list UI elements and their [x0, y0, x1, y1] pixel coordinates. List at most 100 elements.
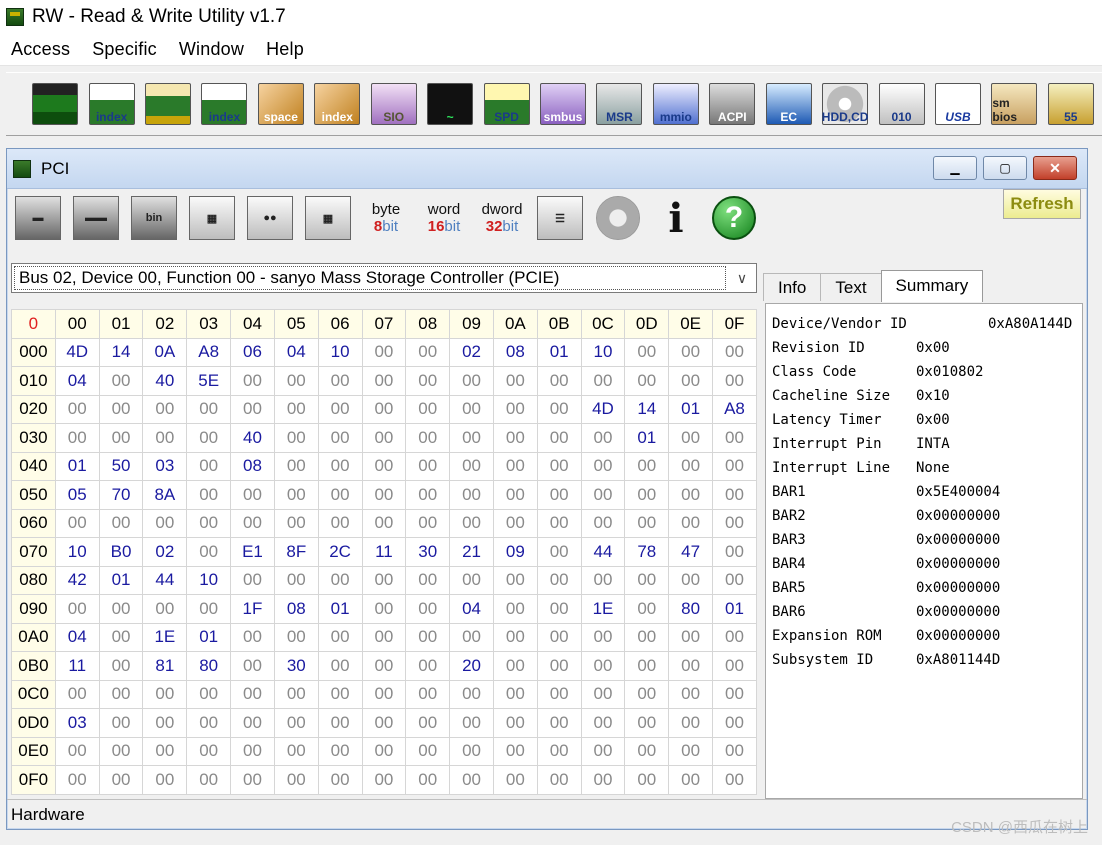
load-button[interactable]: ▦ — [187, 193, 237, 243]
register-cell[interactable]: 00 — [230, 651, 275, 681]
register-cell[interactable]: 00 — [712, 736, 757, 766]
register-cell[interactable]: 00 — [361, 394, 407, 424]
register-cell[interactable]: 00 — [405, 451, 451, 481]
register-cell[interactable]: 00 — [186, 423, 232, 453]
register-cell[interactable]: 00 — [712, 423, 757, 453]
register-cell[interactable]: 00 — [273, 708, 319, 738]
tab-info[interactable]: Info — [763, 273, 822, 301]
register-cell[interactable]: 4D — [580, 394, 626, 424]
register-cell[interactable]: 00 — [668, 651, 713, 681]
register-cell[interactable]: 8A — [142, 480, 188, 510]
register-cell[interactable]: 00 — [405, 708, 451, 738]
register-cell[interactable]: 00 — [54, 736, 100, 766]
register-cell[interactable]: 00 — [580, 708, 626, 738]
register-cell[interactable]: 00 — [668, 423, 713, 453]
register-cell[interactable]: 44 — [142, 565, 188, 595]
word-mode-button[interactable]: word 16bit — [419, 193, 469, 243]
register-cell[interactable]: 00 — [405, 480, 451, 510]
toolbar-io-space-button[interactable]: space — [256, 79, 306, 129]
register-cell[interactable]: 00 — [668, 337, 713, 367]
toolbar-hdd-cd-button[interactable]: HDD,CD — [820, 79, 870, 129]
register-cell[interactable]: 47 — [668, 537, 713, 567]
register-cell[interactable]: 00 — [405, 337, 451, 367]
register-cell[interactable]: 00 — [492, 423, 538, 453]
tab-summary[interactable]: Summary — [880, 270, 984, 302]
register-cell[interactable]: 00 — [273, 480, 319, 510]
register-cell[interactable]: 01 — [624, 423, 670, 453]
register-cell[interactable]: 00 — [361, 451, 407, 481]
register-cell[interactable]: 10 — [580, 337, 626, 367]
register-cell[interactable]: 04 — [54, 622, 100, 652]
register-cell[interactable]: 00 — [449, 366, 494, 396]
register-cell[interactable]: 00 — [712, 337, 757, 367]
register-cell[interactable]: 00 — [361, 651, 407, 681]
register-cell[interactable]: 20 — [449, 651, 494, 681]
register-cell[interactable]: 00 — [186, 394, 232, 424]
toolbar-file-010-button[interactable]: 010 — [876, 79, 926, 129]
register-cell[interactable]: 00 — [361, 565, 407, 595]
register-cell[interactable]: 30 — [273, 651, 319, 681]
register-cell[interactable]: 00 — [712, 565, 757, 595]
register-cell[interactable]: 00 — [580, 765, 626, 795]
info-button[interactable]: i — [651, 193, 701, 243]
register-cell[interactable]: 08 — [492, 337, 538, 367]
register-cell[interactable]: 00 — [405, 508, 451, 538]
pci-window-titlebar[interactable]: PCI ▁ ▢ ✕ — [7, 149, 1087, 189]
register-cell[interactable]: 00 — [361, 337, 407, 367]
list-view-button[interactable]: ☰ — [535, 193, 585, 243]
compare-button[interactable]: ▦ — [303, 193, 353, 243]
register-cell[interactable]: 00 — [186, 508, 232, 538]
register-cell[interactable]: 00 — [492, 708, 538, 738]
toolbar-usb-button[interactable]: USB — [933, 79, 983, 129]
find-button[interactable]: ●● — [245, 193, 295, 243]
register-cell[interactable]: 8F — [273, 537, 319, 567]
register-cell[interactable]: 44 — [580, 537, 626, 567]
toolbar-smbios-button[interactable]: sm bios — [989, 79, 1039, 129]
register-cell[interactable]: 00 — [536, 622, 582, 652]
register-cell[interactable]: 00 — [536, 366, 582, 396]
register-cell[interactable]: 00 — [361, 622, 407, 652]
register-cell[interactable]: 00 — [712, 537, 757, 567]
register-cell[interactable]: 00 — [624, 708, 670, 738]
register-cell[interactable]: 00 — [186, 537, 232, 567]
register-cell[interactable]: 04 — [54, 366, 100, 396]
register-cell[interactable]: 00 — [405, 394, 451, 424]
register-cell[interactable]: 00 — [98, 508, 144, 538]
register-cell[interactable]: 00 — [492, 394, 538, 424]
register-cell[interactable]: 00 — [230, 480, 275, 510]
register-cell[interactable]: 00 — [317, 651, 363, 681]
register-cell[interactable]: 00 — [361, 594, 407, 624]
register-cell[interactable]: 00 — [536, 736, 582, 766]
register-cell[interactable]: 00 — [624, 508, 670, 538]
register-cell[interactable]: 78 — [624, 537, 670, 567]
register-cell[interactable]: 11 — [54, 651, 100, 681]
settings-button[interactable] — [593, 193, 643, 243]
register-cell[interactable]: 00 — [580, 423, 626, 453]
register-cell[interactable]: A8 — [186, 337, 232, 367]
register-cell[interactable]: 14 — [98, 337, 144, 367]
register-cell[interactable]: 00 — [536, 679, 582, 709]
register-cell[interactable]: 00 — [492, 765, 538, 795]
register-cell[interactable]: 00 — [186, 480, 232, 510]
register-cell[interactable]: 00 — [98, 679, 144, 709]
register-cell[interactable]: 00 — [536, 708, 582, 738]
register-cell[interactable]: 00 — [317, 480, 363, 510]
register-cell[interactable]: 01 — [54, 451, 100, 481]
register-cell[interactable]: 00 — [361, 736, 407, 766]
register-cell[interactable]: 21 — [449, 537, 494, 567]
register-cell[interactable]: 00 — [536, 594, 582, 624]
register-cell[interactable]: 00 — [98, 423, 144, 453]
register-cell[interactable]: 00 — [230, 622, 275, 652]
register-cell[interactable]: 00 — [536, 480, 582, 510]
register-cell[interactable]: 01 — [536, 337, 582, 367]
register-cell[interactable]: 00 — [54, 508, 100, 538]
register-cell[interactable]: 00 — [712, 451, 757, 481]
register-cell[interactable]: 00 — [230, 708, 275, 738]
register-cell[interactable]: 00 — [536, 565, 582, 595]
register-cell[interactable]: 08 — [273, 594, 319, 624]
register-cell[interactable]: 00 — [449, 679, 494, 709]
register-cell[interactable]: 30 — [405, 537, 451, 567]
register-cell[interactable]: 1F — [230, 594, 275, 624]
save-bin-button[interactable]: bin — [129, 193, 179, 243]
register-cell[interactable]: 00 — [712, 366, 757, 396]
